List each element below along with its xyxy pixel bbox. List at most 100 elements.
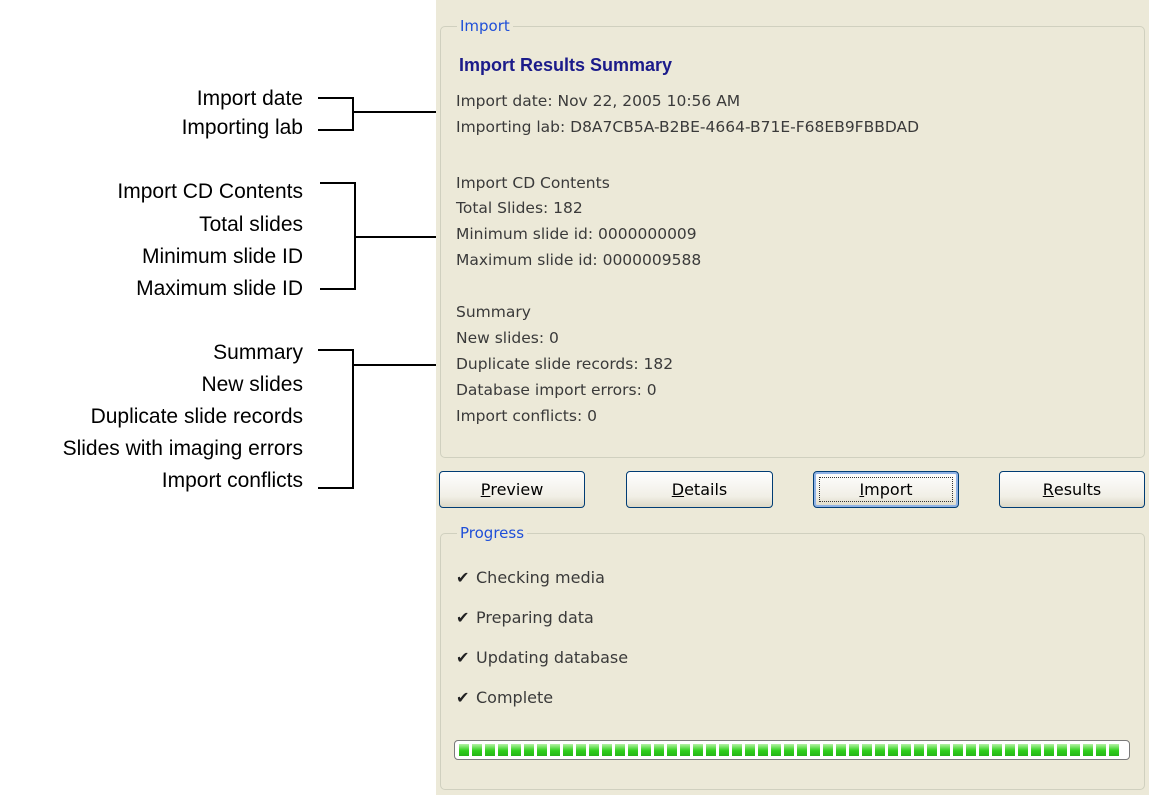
preview-label: review xyxy=(490,480,544,499)
progress-block xyxy=(589,744,599,756)
total-slides-text: Total Slides: 182 xyxy=(456,199,583,217)
progress-block xyxy=(732,744,742,756)
progress-block xyxy=(849,744,859,756)
preview-button[interactable]: Preview xyxy=(439,471,585,508)
progress-block xyxy=(511,744,521,756)
progress-block xyxy=(1057,744,1067,756)
progress-block xyxy=(940,744,950,756)
progress-block xyxy=(706,744,716,756)
progress-block xyxy=(485,744,495,756)
step-label: Updating database xyxy=(476,648,629,667)
progress-bar-fill xyxy=(459,744,1125,756)
results-accel: R xyxy=(1042,480,1054,499)
import-conflicts-text: Import conflicts: 0 xyxy=(456,407,597,425)
progress-block xyxy=(628,744,638,756)
progress-block xyxy=(693,744,703,756)
progress-block xyxy=(862,744,872,756)
checkmark-icon: ✔ xyxy=(456,648,470,667)
progress-block xyxy=(1018,744,1028,756)
annotation-import-conflicts: Import conflicts xyxy=(161,469,303,492)
importing-lab-text: Importing lab: D8A7CB5A-B2BE-4664-B71E-F… xyxy=(456,118,920,136)
min-slide-text: Minimum slide id: 0000000009 xyxy=(456,225,697,243)
checkmark-icon: ✔ xyxy=(456,608,470,627)
progress-block xyxy=(667,744,677,756)
progress-block xyxy=(1109,744,1119,756)
annotation-total-slides: Total slides xyxy=(199,213,303,236)
max-slide-text: Maximum slide id: 0000009588 xyxy=(456,251,702,269)
progress-block xyxy=(1070,744,1080,756)
progress-block xyxy=(602,744,612,756)
import-results-heading: Import Results Summary xyxy=(459,55,673,75)
import-label: mport xyxy=(864,480,913,499)
step-complete: ✔ Complete xyxy=(456,688,553,707)
progress-block xyxy=(784,744,794,756)
step-label: Complete xyxy=(476,688,554,707)
progress-block xyxy=(563,744,573,756)
step-label: Checking media xyxy=(476,568,605,587)
progress-block xyxy=(680,744,690,756)
annotation-min-slide: Minimum slide ID xyxy=(141,245,303,268)
import-dialog: Import Import Results Summary Import dat… xyxy=(436,0,1149,795)
progress-block xyxy=(498,744,508,756)
progress-block xyxy=(758,744,768,756)
progress-block xyxy=(914,744,924,756)
annotation-import-date: Import date xyxy=(196,87,303,110)
progress-block xyxy=(641,744,651,756)
progress-block xyxy=(875,744,885,756)
cd-contents-title: Import CD Contents xyxy=(456,174,610,192)
results-button[interactable]: Results xyxy=(999,471,1145,508)
checkmark-icon: ✔ xyxy=(456,568,470,587)
progress-block xyxy=(1096,744,1106,756)
checkmark-icon: ✔ xyxy=(456,688,470,707)
progress-block xyxy=(901,744,911,756)
annotation-cd-contents: Import CD Contents xyxy=(117,180,303,203)
progress-block xyxy=(719,744,729,756)
progress-block xyxy=(966,744,976,756)
summary-title: Summary xyxy=(456,303,531,321)
progress-block xyxy=(979,744,989,756)
details-accel: D xyxy=(671,480,685,499)
progress-block xyxy=(537,744,547,756)
progress-block xyxy=(797,744,807,756)
progress-block xyxy=(810,744,820,756)
progress-block xyxy=(472,744,482,756)
progress-block xyxy=(745,744,755,756)
import-date-text: Import date: Nov 22, 2005 10:56 AM xyxy=(456,92,741,110)
bracket-summary xyxy=(318,349,354,489)
db-errors-text: Database import errors: 0 xyxy=(456,381,657,399)
progress-block xyxy=(953,744,963,756)
progress-block xyxy=(823,744,833,756)
preview-accel: P xyxy=(480,480,491,499)
progress-block xyxy=(459,744,469,756)
progress-block xyxy=(888,744,898,756)
import-button[interactable]: Import xyxy=(813,471,959,508)
progress-block xyxy=(576,744,586,756)
annotation-imaging-errors: Slides with imaging errors xyxy=(62,437,303,460)
progress-group-legend: Progress xyxy=(457,524,528,542)
progress-block xyxy=(654,744,664,756)
duplicate-records-text: Duplicate slide records: 182 xyxy=(456,355,674,373)
progress-block xyxy=(836,744,846,756)
progress-block xyxy=(524,744,534,756)
progress-block xyxy=(550,744,560,756)
progress-block xyxy=(1044,744,1054,756)
progress-block xyxy=(1083,744,1093,756)
annotation-importing-lab: Importing lab xyxy=(181,116,303,139)
progress-block xyxy=(1031,744,1041,756)
progress-block xyxy=(992,744,1002,756)
step-updating-database: ✔ Updating database xyxy=(456,648,628,667)
annotation-summary: Summary xyxy=(213,341,303,364)
annotation-max-slide: Maximum slide ID xyxy=(136,277,303,300)
import-group-legend: Import xyxy=(457,17,513,35)
new-slides-text: New slides: 0 xyxy=(456,329,559,347)
step-checking-media: ✔ Checking media xyxy=(456,568,605,587)
progress-block xyxy=(615,744,625,756)
details-button[interactable]: Details xyxy=(626,471,773,508)
progress-block xyxy=(927,744,937,756)
progress-block xyxy=(771,744,781,756)
step-label: Preparing data xyxy=(476,608,594,627)
progress-bar xyxy=(454,740,1130,760)
progress-block xyxy=(1005,744,1015,756)
annotation-new-slides: New slides xyxy=(201,373,303,396)
details-label: etails xyxy=(684,480,728,499)
